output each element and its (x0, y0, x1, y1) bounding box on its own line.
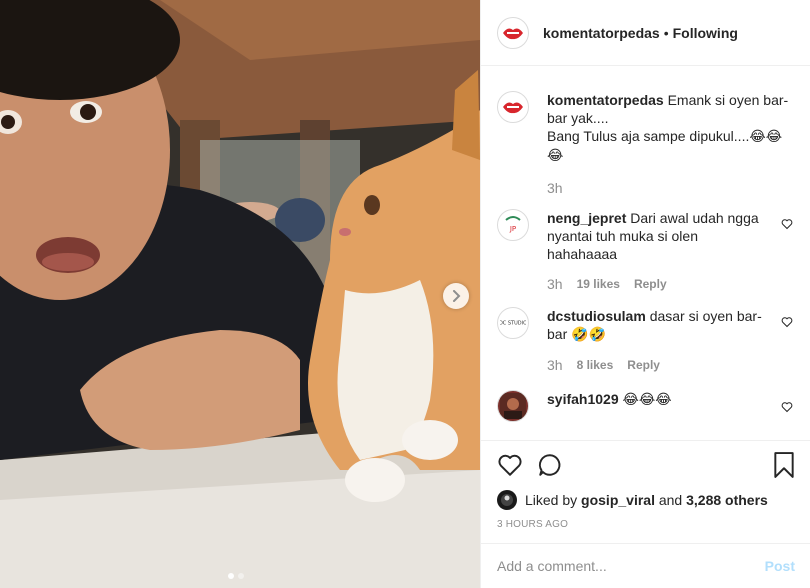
liked-by-middle: and (658, 492, 683, 508)
caption-text-2: Bang Tulus aja sampe dipukul.... (547, 128, 750, 144)
like-comment-button[interactable] (781, 400, 793, 418)
liked-by-others[interactable]: 3,288 others (686, 492, 768, 508)
post-actions: Liked by gosip_viral and 3,288 others 3 … (481, 440, 810, 530)
comment-avatar[interactable]: JP (497, 209, 529, 241)
comment-avatar[interactable] (497, 390, 529, 422)
comment-emoji: 🤣🤣 (571, 327, 606, 343)
video-frame (0, 0, 480, 588)
like-comment-button[interactable] (781, 217, 793, 235)
post-media[interactable] (0, 0, 480, 588)
post-header: komentatorpedas • Following (481, 0, 810, 66)
lips-logo-icon (503, 28, 523, 39)
liker-avatar[interactable] (497, 490, 517, 510)
svg-text:JP: JP (509, 225, 516, 233)
carousel-indicator (228, 573, 244, 579)
chevron-right-icon (453, 290, 461, 302)
post-comment-button[interactable]: Post (765, 558, 795, 574)
like-comment-button[interactable] (781, 315, 793, 333)
carousel-dot-active (228, 573, 234, 579)
comment-reply-button[interactable]: Reply (634, 275, 667, 293)
heart-icon (498, 454, 522, 476)
heart-icon (781, 219, 793, 230)
add-comment-bar: Post (481, 543, 810, 588)
comment-likes[interactable]: 8 likes (577, 356, 614, 374)
liker-avatar-icon (501, 494, 513, 506)
user-photo-icon (500, 393, 526, 419)
author-avatar[interactable] (497, 16, 529, 49)
comment-time[interactable]: 3h (547, 275, 563, 293)
add-comment-input[interactable] (497, 558, 765, 574)
heart-icon (781, 402, 793, 413)
action-icons (497, 441, 795, 489)
caption-username[interactable]: komentatorpedas (547, 92, 664, 108)
caption-time[interactable]: 3h (547, 179, 563, 197)
comments-list[interactable]: komentatorpedas Emank si oyen bar-bar ya… (481, 67, 810, 439)
liked-by: Liked by gosip_viral and 3,288 others (497, 489, 795, 511)
heart-icon (781, 317, 793, 328)
svg-text:DC STUDIO: DC STUDIO (500, 321, 526, 327)
carousel-dot (238, 573, 244, 579)
comment-avatar[interactable]: DC STUDIO (497, 307, 529, 339)
caption-avatar[interactable] (497, 91, 529, 123)
post-timestamp[interactable]: 3 HOURS AGO (497, 519, 795, 530)
post-sidebar: komentatorpedas • Following komentatorpe… (480, 0, 810, 588)
caption: komentatorpedas Emank si oyen bar-bar ya… (497, 91, 795, 197)
comment-username[interactable]: neng_jepret (547, 210, 626, 226)
liked-by-user[interactable]: gosip_viral (581, 492, 655, 508)
save-button[interactable] (773, 452, 795, 478)
comment-reply-button[interactable]: Reply (627, 356, 660, 374)
bookmark-icon (774, 452, 794, 478)
following-button[interactable]: Following (673, 25, 738, 41)
header-separator: • (663, 24, 669, 41)
comment-item: DC STUDIO dcstudiosulam dasar si oyen ba… (497, 307, 795, 374)
liked-by-prefix: Liked by (525, 492, 578, 508)
jepret-logo-icon: JP (502, 214, 524, 236)
comment-likes[interactable]: 19 likes (577, 275, 620, 293)
dc-studio-logo-icon: DC STUDIO (500, 319, 526, 327)
comment-icon (538, 454, 561, 476)
comment-item: syifah1029 😂😂😂 (497, 390, 795, 422)
comment-item: JP neng_jepret Dari awal udah ngga nyant… (497, 209, 795, 293)
lips-logo-icon (503, 102, 523, 114)
next-media-button[interactable] (443, 283, 469, 309)
comment-username[interactable]: dcstudiosulam (547, 308, 646, 324)
like-button[interactable] (497, 452, 523, 478)
comment-username[interactable]: syifah1029 (547, 391, 619, 407)
comment-time[interactable]: 3h (547, 356, 563, 374)
author-username[interactable]: komentatorpedas (543, 25, 660, 41)
comment-emoji: 😂😂😂 (622, 392, 672, 408)
comment-button[interactable] (537, 452, 563, 478)
